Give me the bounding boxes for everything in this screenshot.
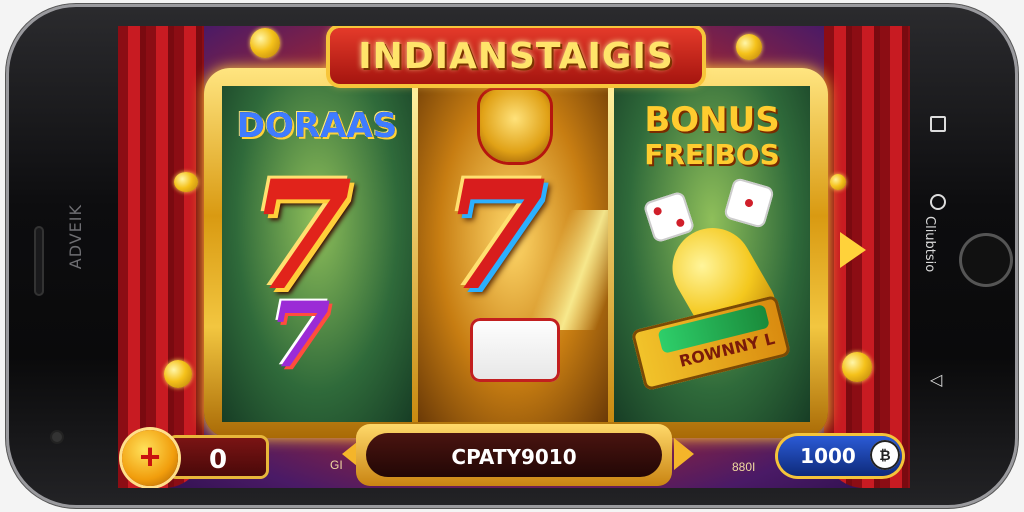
reel-2[interactable]: 7	[418, 86, 640, 422]
left-small-label: GI	[330, 458, 343, 472]
game-screen: DORAAS 7 7 7 BONUS FREIBOS ROWNNY L INDI…	[118, 26, 910, 488]
plus-icon: +	[139, 436, 161, 477]
bonus-label: BONUS	[644, 100, 780, 140]
home-button[interactable]	[959, 233, 1013, 287]
credit-coin-icon: ₿	[870, 440, 900, 470]
coin-icon	[174, 172, 198, 192]
play-arrow-icon[interactable]	[840, 232, 866, 268]
curtain-right	[824, 26, 910, 488]
game-title-banner: INDIANSTAIGIS	[330, 28, 702, 84]
spin-button[interactable]: CPATY9010	[356, 424, 672, 486]
drum-symbol	[470, 318, 560, 382]
curtain-left	[118, 26, 204, 488]
reel-3[interactable]: BONUS FREIBOS ROWNNY L	[614, 86, 810, 422]
bet-value: 0	[208, 445, 228, 475]
slot-machine-frame: DORAAS 7 7 7 BONUS FREIBOS ROWNNY L	[204, 68, 828, 438]
dice-icon	[723, 177, 775, 229]
circle-icon[interactable]	[930, 194, 946, 210]
back-triangle-icon[interactable]: ◁	[930, 370, 942, 390]
right-arrow-icon[interactable]	[674, 438, 694, 470]
coin-icon	[164, 360, 192, 388]
device-brand-text: ADVEIK	[66, 204, 85, 270]
spin-label: CPATY9010	[451, 445, 577, 469]
square-icon[interactable]	[930, 116, 946, 132]
seven-symbol: 7	[442, 148, 547, 324]
game-title: INDIANSTAIGIS	[358, 36, 674, 77]
right-small-label: 880I	[732, 460, 756, 474]
device-side-text: Cliubtsio	[922, 216, 937, 273]
credit-value: 1000	[800, 444, 856, 468]
control-bar: 0 + GI CPATY9010 880I 1000 ₿	[118, 424, 910, 488]
bet-display: 0	[170, 438, 266, 476]
coin-icon	[830, 174, 846, 190]
coin-icon	[736, 34, 762, 60]
reel-1[interactable]: DORAAS 7 7	[222, 86, 412, 422]
purple-seven-symbol: 7	[268, 282, 331, 388]
plus-button[interactable]: +	[122, 430, 178, 486]
coin-icon	[250, 28, 280, 58]
camera	[52, 432, 62, 442]
reel-1-label: DORAAS	[236, 106, 398, 146]
bonus-sublabel: FREIBOS	[644, 138, 780, 171]
speaker	[34, 226, 44, 296]
coin-icon	[842, 352, 872, 382]
credit-display[interactable]: 1000 ₿	[778, 436, 902, 476]
